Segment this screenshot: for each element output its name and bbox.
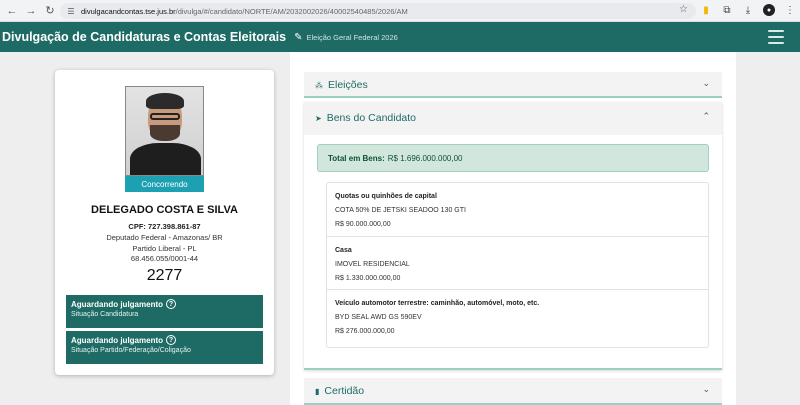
- status-candidatura-title: Aguardando julgamento ?: [71, 299, 258, 309]
- status-partido: Aguardando julgamento ? Situação Partido…: [66, 331, 263, 364]
- list-item: Veículo automotor terrestre: caminhão, a…: [327, 290, 708, 347]
- extension-icon[interactable]: ▮: [700, 4, 712, 16]
- chevron-down-icon[interactable]: ⌄: [702, 384, 710, 395]
- profile-avatar-icon[interactable]: ●: [763, 4, 775, 16]
- url-text[interactable]: divulgacandcontas.tse.jus.br/divulga/#/c…: [81, 7, 408, 16]
- hamburger-menu-icon[interactable]: [768, 30, 784, 44]
- chevron-up-icon[interactable]: ⌃: [702, 111, 710, 122]
- download-icon[interactable]: ⤓: [742, 4, 754, 16]
- extension-icons: ▮ ⧉ ⤓ ● ⋮: [700, 4, 796, 16]
- candidate-card: Concorrendo DELEGADO COSTA E SILVA CPF: …: [55, 70, 274, 375]
- bens-list: Quotas ou quinhões de capital COTA 50% D…: [326, 182, 709, 348]
- bem-description: BYD SEAL AWD GS 590EV: [335, 314, 422, 321]
- app-title[interactable]: Divulgação de Candidaturas e Contas Elei…: [2, 30, 286, 44]
- candidate-party: Partido Liberal - PL: [132, 244, 197, 253]
- browser-menu-icon[interactable]: ⋮: [784, 4, 796, 16]
- sitemap-icon: ⁂: [315, 80, 323, 90]
- bem-type: Veículo automotor terrestre: caminhão, a…: [335, 300, 540, 307]
- chevron-down-icon[interactable]: ⌄: [702, 78, 710, 89]
- status-partido-title: Aguardando julgamento ?: [71, 335, 258, 345]
- edit-icon: ✎: [294, 31, 303, 43]
- bem-value: R$ 90.000.000,00: [335, 221, 391, 228]
- address-bar[interactable]: ☰ divulgacandcontas.tse.jus.br/divulga/#…: [60, 3, 696, 19]
- list-item: Casa IMOVEL RESIDENCIAL R$ 1.330.000.000…: [327, 237, 708, 290]
- election-subtitle[interactable]: Eleição Geral Federal 2026: [307, 33, 398, 42]
- status-candidatura: Aguardando julgamento ? Situação Candida…: [66, 295, 263, 328]
- candidate-cnpj: 68.456.055/0001-44: [130, 254, 199, 263]
- total-bens-label: Total em Bens:: [328, 153, 385, 163]
- url-path: /divulga/#/candidato/NORTE/AM/2032002026…: [175, 6, 408, 16]
- candidate-cargo: Deputado Federal - Amazonas/ BR: [106, 233, 223, 242]
- help-icon[interactable]: ?: [166, 335, 176, 345]
- bem-description: COTA 50% DE JETSKI SEADOO 130 GTI: [335, 207, 466, 214]
- accordion-bens-title[interactable]: ➤ Bens do Candidato: [315, 112, 416, 124]
- total-bens-value: R$ 1.696.000.000,00: [387, 153, 463, 163]
- accordion-certidao-label: Certidão: [324, 385, 365, 397]
- status-candidatura-label: Aguardando julgamento: [71, 299, 163, 309]
- forward-arrow-icon[interactable]: →: [24, 4, 38, 18]
- accordion-certidao[interactable]: ▮ Certidão ⌄: [304, 378, 722, 405]
- accordion-eleicoes-title[interactable]: ⁂ Eleições: [315, 79, 368, 91]
- accordion-eleicoes-label: Eleições: [328, 79, 368, 91]
- accordion-bens: ➤ Bens do Candidato ⌃ Total em Bens: R$ …: [304, 102, 722, 370]
- rocket-icon: ➤: [315, 113, 322, 123]
- candidate-photo: [125, 86, 204, 176]
- app-header: Divulgação de Candidaturas e Contas Elei…: [0, 22, 800, 52]
- back-arrow-icon[interactable]: ←: [5, 4, 19, 18]
- accordion-bens-header[interactable]: ➤ Bens do Candidato ⌃: [304, 102, 722, 135]
- bem-type: Casa: [335, 247, 352, 254]
- status-badge: Concorrendo: [125, 176, 204, 192]
- bem-type: Quotas ou quinhões de capital: [335, 193, 437, 200]
- accordion-certidao-title[interactable]: ▮ Certidão: [315, 385, 364, 397]
- accordion-bens-label: Bens do Candidato: [326, 112, 417, 124]
- reload-icon[interactable]: ↻: [43, 4, 57, 18]
- extensions-puzzle-icon[interactable]: ⧉: [721, 4, 733, 16]
- total-bens-alert: Total em Bens: R$ 1.696.000.000,00: [317, 144, 709, 172]
- site-info-icon[interactable]: ☰: [66, 6, 76, 16]
- bem-description: IMOVEL RESIDENCIAL: [335, 261, 410, 268]
- list-item: Quotas ou quinhões de capital COTA 50% D…: [327, 183, 708, 237]
- browser-toolbar: ← → ↻ ☰ divulgacandcontas.tse.jus.br/div…: [0, 0, 800, 22]
- status-partido-label: Aguardando julgamento: [71, 335, 163, 345]
- bem-value: R$ 1.330.000.000,00: [335, 275, 401, 282]
- candidate-number: 2277: [146, 267, 183, 284]
- candidate-name: DELEGADO COSTA E SILVA: [91, 204, 238, 216]
- bookmark-star-icon[interactable]: ☆: [679, 4, 688, 15]
- accordion-eleicoes[interactable]: ⁂ Eleições ⌄: [304, 72, 722, 98]
- bem-value: R$ 276.000.000,00: [335, 328, 395, 335]
- candidate-cpf: CPF: 727.398.861-87: [128, 222, 201, 231]
- status-candidatura-subtitle: Situação Candidatura: [71, 311, 139, 318]
- file-icon: ▮: [315, 386, 320, 396]
- url-host: divulgacandcontas.tse.jus.br: [81, 6, 176, 16]
- help-icon[interactable]: ?: [166, 299, 176, 309]
- status-partido-subtitle: Situação Partido/Federação/Coligação: [71, 347, 191, 354]
